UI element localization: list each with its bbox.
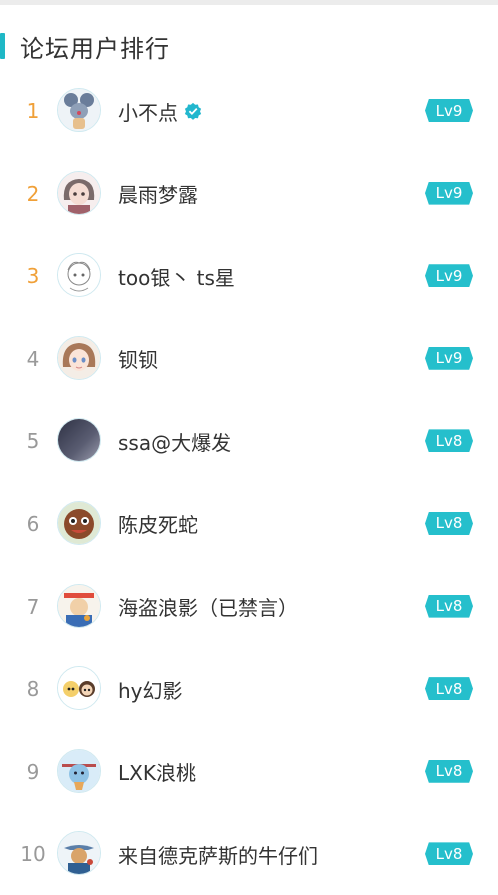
level-badge: Lv8 (425, 677, 473, 701)
user-name[interactable]: 小不点 (118, 97, 178, 126)
ranking-row[interactable]: 4 钡钡 Lv9 (0, 317, 498, 400)
verified-badge-icon (184, 102, 202, 120)
ranking-row[interactable]: 1 小不点 Lv9 (0, 69, 498, 152)
dark-gradient-avatar-icon[interactable] (57, 418, 101, 463)
title-accent-bar (0, 33, 5, 59)
user-name[interactable]: 晨雨梦露 (118, 179, 198, 208)
user-name-wrap: 晨雨梦露 (118, 174, 198, 214)
cowboy-avatar-icon[interactable] (57, 831, 101, 876)
user-name-wrap: too银丶 ts星 (118, 256, 235, 296)
pirate-avatar-icon[interactable] (57, 583, 101, 628)
level-badge: Lv9 (425, 264, 473, 288)
level-badge: Lv9 (425, 181, 473, 205)
user-name-wrap: hy幻影 (118, 669, 183, 709)
ranking-row[interactable]: 10 来自德克萨斯的牛仔们 Lv8 (0, 812, 498, 895)
level-badge: Lv8 (425, 511, 473, 535)
ranking-row[interactable]: 9 LXK浪桃 Lv8 (0, 730, 498, 813)
user-name[interactable]: too银丶 ts星 (118, 262, 235, 291)
ranking-row[interactable]: 5 ssa@大爆发 Lv8 (0, 399, 498, 482)
panel-title: 论坛用户排行 (20, 34, 170, 63)
level-badge: Lv9 (425, 99, 473, 122)
user-name[interactable]: 来自德克萨斯的牛仔们 (118, 840, 318, 869)
user-name-wrap: 钡钡 (118, 339, 158, 379)
user-name[interactable]: LXK浪桃 (118, 757, 196, 786)
user-name-wrap: ssa@大爆发 (118, 421, 231, 461)
sketch-character-avatar-icon[interactable] (57, 253, 101, 298)
user-name[interactable]: 陈皮死蛇 (118, 509, 198, 538)
ranking-row[interactable]: 6 陈皮死蛇 Lv8 (0, 482, 498, 565)
user-name-wrap: 来自德克萨斯的牛仔们 (118, 834, 318, 874)
user-name-wrap: 陈皮死蛇 (118, 504, 198, 544)
brown-creature-avatar-icon[interactable] (57, 500, 101, 545)
level-badge: Lv9 (425, 346, 473, 370)
ranking-row[interactable]: 7 海盗浪影（已禁言） Lv8 (0, 565, 498, 648)
ranking-list: 1 小不点 Lv9 2 晨雨梦露 Lv9 3 too银丶 ts星 Lv9 4 钡… (0, 69, 498, 895)
ranking-row[interactable]: 3 too银丶 ts星 Lv9 (0, 234, 498, 317)
cartoon-mouse-avatar-icon[interactable] (57, 88, 101, 132)
level-badge: Lv8 (425, 842, 473, 866)
user-name[interactable]: hy幻影 (118, 675, 183, 704)
blue-character-avatar-icon[interactable] (57, 748, 101, 793)
anime-girl-avatar-icon[interactable] (57, 170, 101, 215)
anime-girl-avatar-icon[interactable] (57, 335, 101, 380)
level-badge: Lv8 (425, 594, 473, 618)
level-badge: Lv8 (425, 429, 473, 453)
user-name[interactable]: 海盗浪影（已禁言） (118, 592, 298, 621)
ranking-row[interactable]: 8 hy幻影 Lv8 (0, 647, 498, 730)
top-divider (0, 0, 498, 5)
cartoon-pair-avatar-icon[interactable] (57, 666, 101, 711)
user-name-wrap: LXK浪桃 (118, 752, 196, 792)
ranking-row[interactable]: 2 晨雨梦露 Lv9 (0, 152, 498, 235)
panel-header: 论坛用户排行 (0, 26, 498, 66)
user-name[interactable]: 钡钡 (118, 344, 158, 373)
level-badge: Lv8 (425, 759, 473, 783)
user-name-wrap: 小不点 (118, 91, 202, 131)
user-name[interactable]: ssa@大爆发 (118, 427, 231, 456)
user-name-wrap: 海盗浪影（已禁言） (118, 587, 298, 627)
